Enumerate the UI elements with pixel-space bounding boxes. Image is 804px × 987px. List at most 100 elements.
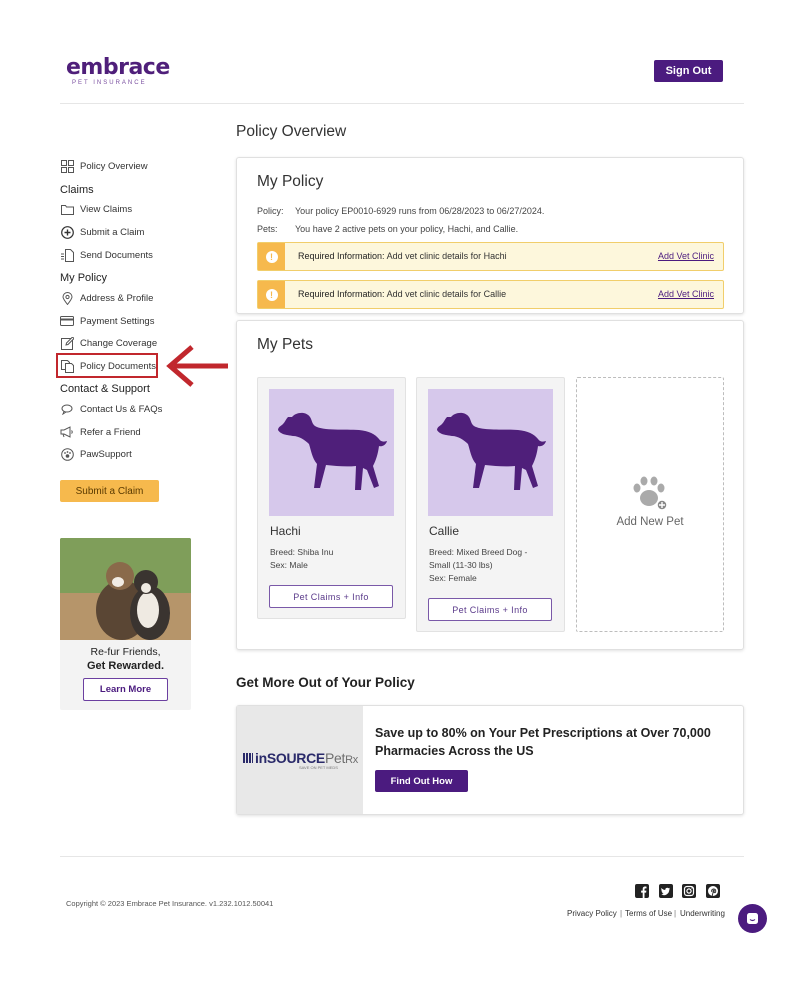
sidebar-item-view-claims[interactable]: View Claims: [60, 200, 132, 218]
twitter-icon[interactable]: [659, 884, 673, 898]
pets-key: Pets:: [257, 224, 278, 234]
warning-icon: !: [258, 281, 285, 308]
policy-info-row: Policy: Your policy EP0010-6929 runs fro…: [257, 206, 544, 216]
chat-icon: [60, 402, 74, 416]
sidebar-item-refer-friend[interactable]: Refer a Friend: [60, 423, 141, 441]
insource-logo: inSOURCEPetRx: [243, 750, 358, 766]
insource-logo-tagline: SAVE ON PET MEDS: [299, 765, 338, 770]
sidebar-item-send-documents[interactable]: Send Documents: [60, 246, 153, 264]
sidebar-item-contact-faqs[interactable]: Contact Us & FAQs: [60, 400, 162, 418]
sidebar-item-label: Submit a Claim: [80, 226, 145, 238]
learn-more-button[interactable]: Learn More: [83, 678, 168, 701]
sidebar-item-label: Refer a Friend: [80, 426, 141, 438]
page-title: Policy Overview: [236, 123, 347, 140]
sidebar-item-change-coverage[interactable]: Change Coverage: [60, 334, 157, 352]
required-info-alert: ! Required Information: Add vet clinic d…: [257, 280, 724, 309]
sidebar-item-label: Contact Us & FAQs: [80, 403, 163, 415]
promo-line-2: Get Rewarded.: [86, 660, 165, 672]
alert-label: Required Information:: [298, 251, 385, 261]
pet-claims-info-button[interactable]: Pet Claims + Info: [269, 585, 393, 608]
submit-claim-button[interactable]: Submit a Claim: [60, 480, 159, 502]
credit-card-icon: [60, 314, 74, 328]
sign-out-button[interactable]: Sign Out: [654, 60, 723, 82]
my-pets-card: My Pets Hachi Breed: Shiba Inu Sex: Male…: [236, 320, 744, 650]
paw-plus-icon: [629, 471, 671, 518]
dog-silhouette-icon: [269, 389, 394, 516]
referral-promo: Re-fur Friends, Get Rewarded. Learn More: [60, 538, 191, 710]
alert-text: Required Information: Add vet clinic det…: [298, 289, 506, 299]
arrow-left-icon: [166, 345, 228, 387]
plus-circle-icon: [60, 225, 74, 239]
folder-icon: [60, 202, 74, 216]
pets-info-row: Pets: You have 2 active pets on your pol…: [257, 224, 518, 234]
promo-line-1: Re-fur Friends,: [90, 646, 161, 658]
sidebar-item-payment-settings[interactable]: Payment Settings: [60, 312, 154, 330]
sidebar-item-label: PawSupport: [80, 448, 132, 460]
dogs-photo: [60, 538, 191, 640]
megaphone-icon: [60, 425, 74, 439]
sidebar-item-label: Send Documents: [80, 249, 153, 261]
footer-separator: |: [620, 909, 623, 918]
highlight-box: [56, 353, 158, 378]
pet-breed-continued: Small (11-30 lbs): [429, 560, 493, 570]
more-section-title: Get More Out of Your Policy: [236, 675, 415, 690]
facebook-icon[interactable]: [635, 884, 649, 898]
offer-headline: Save up to 80% on Your Pet Prescriptions…: [375, 726, 711, 758]
warning-icon: !: [258, 243, 285, 270]
document-upload-icon: [60, 248, 74, 262]
sidebar-item-pawsupport[interactable]: PawSupport: [60, 445, 132, 463]
add-vet-clinic-link[interactable]: Add Vet Clinic: [658, 289, 714, 299]
pet-sex: Sex: Male: [270, 560, 308, 570]
footer-divider: [60, 856, 744, 857]
footer-separator: |: [674, 909, 677, 918]
add-new-pet-tile[interactable]: Add New Pet: [576, 377, 724, 632]
header-divider: [60, 103, 744, 104]
sidebar-item-address-profile[interactable]: Address & Profile: [60, 289, 153, 307]
alert-text: Required Information: Add vet clinic det…: [298, 251, 507, 261]
logo-word: embrace: [66, 55, 170, 80]
add-vet-clinic-link[interactable]: Add Vet Clinic: [658, 251, 714, 261]
pets-value: You have 2 active pets on your policy, H…: [295, 224, 519, 234]
pet-name: Hachi: [270, 524, 301, 538]
pet-name: Callie: [429, 524, 460, 538]
underwriting-link[interactable]: Underwriting: [680, 909, 725, 918]
paw-circle-icon: [60, 447, 74, 461]
policy-card-title: My Policy: [257, 173, 324, 190]
pinterest-icon[interactable]: [706, 884, 720, 898]
privacy-policy-link[interactable]: Privacy Policy: [567, 909, 617, 918]
instagram-icon[interactable]: [682, 884, 696, 898]
sidebar-item-label: Policy Overview: [80, 160, 148, 172]
terms-of-use-link[interactable]: Terms of Use: [625, 909, 672, 918]
sidebar-heading-contact-support: Contact & Support: [60, 383, 150, 395]
grid-icon: [60, 159, 74, 173]
sidebar-item-label: View Claims: [80, 203, 133, 215]
pet-breed: Breed: Shiba Inu: [270, 547, 334, 557]
add-new-pet-label: Add New Pet: [616, 516, 684, 528]
alert-message: Add vet clinic details for Hachi: [386, 251, 507, 261]
sidebar-heading-my-policy: My Policy: [60, 272, 108, 284]
pet-sex: Sex: Female: [429, 573, 477, 583]
find-out-how-button[interactable]: Find Out How: [375, 770, 468, 792]
pet-card-callie: Callie Breed: Mixed Breed Dog - Small (1…: [416, 377, 565, 632]
alert-message: Add vet clinic details for Callie: [386, 289, 507, 299]
pets-card-title: My Pets: [257, 336, 313, 353]
policy-key: Policy:: [257, 206, 284, 216]
dog-silhouette-icon: [428, 389, 553, 516]
pet-claims-info-button[interactable]: Pet Claims + Info: [428, 598, 552, 621]
insource-logo-panel: inSOURCEPetRx SAVE ON PET MEDS: [237, 706, 363, 814]
pet-card-hachi: Hachi Breed: Shiba Inu Sex: Male Pet Cla…: [257, 377, 406, 619]
my-policy-card: My Policy Policy: Your policy EP0010-692…: [236, 157, 744, 314]
chat-icon: [747, 913, 758, 924]
embrace-logo[interactable]: embrace PET INSURANCE: [66, 55, 170, 87]
insource-offer-card: inSOURCEPetRx SAVE ON PET MEDS Save up t…: [236, 705, 744, 815]
sidebar-item-policy-overview[interactable]: Policy Overview: [60, 157, 148, 175]
sidebar-item-label: Payment Settings: [80, 315, 155, 327]
alert-label: Required Information:: [298, 289, 385, 299]
sidebar-item-submit-claim[interactable]: Submit a Claim: [60, 223, 144, 241]
policy-value: Your policy EP0010-6929 runs from 06/28/…: [295, 206, 545, 216]
sidebar-heading-claims: Claims: [60, 184, 94, 196]
edit-icon: [60, 336, 74, 350]
chat-launcher-button[interactable]: [738, 904, 767, 933]
logo-subtitle: PET INSURANCE: [72, 80, 147, 86]
sidebar-item-label: Change Coverage: [80, 337, 158, 349]
